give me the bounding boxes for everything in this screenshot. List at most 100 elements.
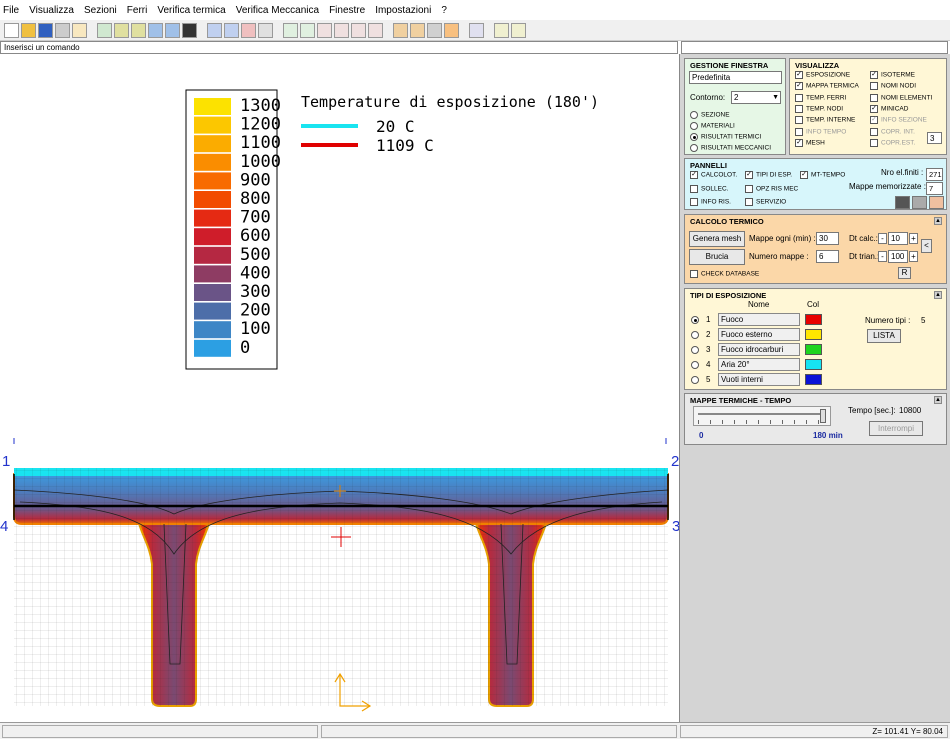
option-checkbox[interactable]: NOMI NODI: [870, 82, 916, 91]
checkbox-box[interactable]: [870, 138, 878, 147]
checkbox-box[interactable]: [745, 198, 753, 206]
tipo-color-swatch[interactable]: [805, 374, 822, 385]
menu-file[interactable]: File: [3, 5, 19, 16]
brucia-button[interactable]: Brucia: [689, 249, 745, 265]
tipo-radio[interactable]: [691, 361, 699, 369]
dt-calc-plus[interactable]: +: [909, 233, 918, 244]
checkbox-box[interactable]: ✓: [870, 71, 878, 79]
chart-icon[interactable]: [929, 196, 944, 209]
checkbox-box[interactable]: [870, 127, 878, 136]
option-checkbox[interactable]: ✓ ISOTERME: [870, 71, 915, 79]
panel-checkbox[interactable]: SERVIZIO: [745, 198, 786, 206]
radio-indicator[interactable]: [690, 122, 698, 130]
panel-checkbox[interactable]: ✓ MT-TEMPO: [800, 171, 845, 179]
interrompi-button[interactable]: Interrompi: [869, 421, 923, 436]
radio-indicator[interactable]: [690, 144, 698, 152]
node-move-icon[interactable]: [300, 22, 315, 38]
pan-icon[interactable]: [148, 22, 163, 38]
calculator-icon[interactable]: [427, 22, 442, 38]
command-input[interactable]: Inserisci un comando: [0, 41, 678, 54]
check-database-checkbox[interactable]: CHECK DATABASE: [690, 270, 759, 278]
radio-indicator[interactable]: [690, 133, 698, 141]
option-checkbox[interactable]: ✓ ESPOSIZIONE: [795, 71, 850, 79]
collapse-tipi-icon[interactable]: ▲: [934, 291, 942, 299]
menu-?[interactable]: ?: [441, 5, 447, 16]
checkbox-box[interactable]: ✓: [745, 171, 753, 179]
mesh-icon[interactable]: [224, 22, 239, 38]
bar-add-icon[interactable]: [334, 22, 349, 38]
lista-button[interactable]: LISTA: [867, 329, 901, 343]
checkbox-box[interactable]: ✓: [870, 104, 878, 113]
option-checkbox[interactable]: ✓ INFO SEZIONE: [870, 116, 927, 125]
drawing-canvas[interactable]: 1300 1200 1100 1000 900 800 700 600 500 400 300 200…: [0, 54, 679, 722]
dt-calc-minus[interactable]: -: [878, 233, 887, 244]
option-checkbox[interactable]: ✓ MAPPA TERMICA: [795, 82, 859, 91]
checkbox-box[interactable]: [870, 82, 878, 91]
genera-mesh-button[interactable]: Genera mesh: [689, 231, 745, 247]
tipo-color-swatch[interactable]: [805, 359, 822, 370]
camera-icon[interactable]: [912, 196, 927, 209]
menu-impostazioni[interactable]: Impostazioni: [375, 5, 431, 16]
checkbox-box[interactable]: ✓: [795, 71, 803, 79]
option-checkbox[interactable]: ✓ MESH: [795, 138, 825, 147]
panel-checkbox[interactable]: INFO RIS.: [690, 198, 731, 206]
checkbox-box[interactable]: [690, 185, 698, 193]
dt-trian-plus[interactable]: +: [909, 251, 918, 262]
view-mode-radio[interactable]: RISULTATI MECCANICI: [690, 144, 771, 152]
zoom-in-icon[interactable]: [114, 22, 129, 38]
menu-verifica-meccanica[interactable]: Verifica Meccanica: [236, 5, 319, 16]
option-checkbox[interactable]: INFO TEMPO: [795, 127, 846, 136]
dt-calc-input[interactable]: 10: [888, 232, 908, 245]
checkbox-box[interactable]: ✓: [870, 116, 878, 125]
tipo-name[interactable]: Aria 20°: [718, 358, 800, 371]
print-icon[interactable]: [55, 22, 70, 38]
render-button-icon[interactable]: [895, 196, 910, 209]
new-file-icon[interactable]: [4, 22, 19, 38]
dt-trian-minus[interactable]: -: [878, 251, 887, 262]
time-slider[interactable]: [693, 406, 831, 426]
tipo-radio[interactable]: [691, 331, 699, 339]
tools-icon[interactable]: [469, 22, 484, 38]
dt-trian-input[interactable]: 100: [888, 250, 908, 263]
back-button[interactable]: <: [921, 239, 932, 253]
node-add-icon[interactable]: [283, 22, 298, 38]
checkbox-box[interactable]: [690, 198, 698, 206]
panel-checkbox[interactable]: OPZ RIS MEC: [745, 185, 798, 193]
numero-mappe-input[interactable]: 6: [816, 250, 839, 263]
tipo-color-swatch[interactable]: [805, 344, 822, 355]
tipo-name[interactable]: Fuoco idrocarburi: [718, 343, 800, 356]
tipo-radio[interactable]: [691, 346, 699, 354]
menu-ferri[interactable]: Ferri: [127, 5, 148, 16]
save-icon[interactable]: [38, 22, 53, 38]
panel-checkbox[interactable]: SOLLEC.: [690, 185, 728, 193]
menu-sezioni[interactable]: Sezioni: [84, 5, 117, 16]
view-mode-radio[interactable]: MATERIALI: [690, 122, 735, 130]
zoom-out-icon[interactable]: [131, 22, 146, 38]
mappe-ogni-input[interactable]: 30: [816, 232, 839, 245]
copr-value-input[interactable]: 3: [927, 132, 942, 144]
option-checkbox[interactable]: COPR. INT.: [870, 127, 915, 136]
thermal-icon[interactable]: [393, 22, 408, 38]
checkbox-box[interactable]: [870, 93, 878, 102]
fire-resistance-icon[interactable]: [511, 22, 526, 38]
checkbox-box[interactable]: [795, 93, 803, 102]
tipo-radio[interactable]: [691, 376, 699, 384]
tipo-radio[interactable]: [691, 316, 699, 324]
fire-icon[interactable]: [444, 22, 459, 38]
node-delete-icon[interactable]: [317, 22, 332, 38]
contorno-select[interactable]: 2 ▼: [731, 91, 781, 104]
check-icon[interactable]: [410, 22, 425, 38]
window-name-input[interactable]: Predefinita: [689, 71, 782, 84]
option-checkbox[interactable]: TEMP. INTERNE: [795, 116, 855, 125]
tipo-name[interactable]: Fuoco: [718, 313, 800, 326]
sync-icon[interactable]: [494, 22, 509, 38]
checkbox-box[interactable]: [745, 185, 753, 193]
bar-edit-icon[interactable]: [368, 22, 383, 38]
option-checkbox[interactable]: ✓ MINICAD: [870, 104, 908, 113]
checkbox-box[interactable]: ✓: [795, 82, 803, 91]
open-folder-icon[interactable]: [21, 22, 36, 38]
collapse-mappe-icon[interactable]: ▲: [934, 396, 942, 404]
menu-verifica-termica[interactable]: Verifica termica: [157, 5, 225, 16]
option-checkbox[interactable]: TEMP. FERRI: [795, 93, 846, 102]
bar-delete-icon[interactable]: [351, 22, 366, 38]
